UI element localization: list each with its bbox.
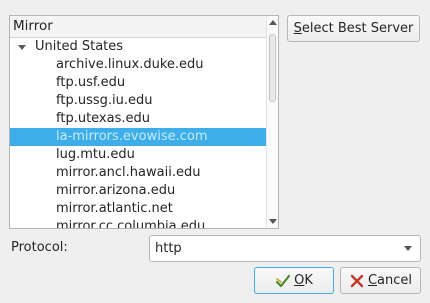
select-best-server-button[interactable]: Select Best Server (287, 15, 420, 42)
list-item-label: la-mirrors.evowise.com (56, 129, 208, 144)
list-item-label: ftp.ussg.iu.edu (56, 93, 153, 108)
list-item-label: mirror.arizona.edu (56, 183, 176, 198)
list-item[interactable]: mirror.ancl.hawaii.edu (10, 164, 267, 182)
list-item-label: archive.linux.duke.edu (56, 57, 204, 72)
scroll-down-arrow-icon[interactable] (269, 219, 277, 224)
protocol-label: Protocol: (11, 240, 68, 255)
list-item[interactable]: ftp.ussg.iu.edu (10, 92, 267, 110)
list-item[interactable]: mirror.atlantic.net (10, 200, 267, 218)
list-item[interactable]: ftp.usf.edu (10, 74, 267, 92)
protocol-value: http (155, 241, 182, 256)
button-label: K (304, 273, 313, 288)
ok-button[interactable]: OK (254, 267, 334, 294)
cancel-x-icon (350, 274, 364, 287)
cancel-button[interactable]: Cancel (340, 267, 421, 294)
scrollbar-thumb[interactable] (269, 34, 276, 102)
mirror-column-header[interactable]: Mirror (10, 16, 267, 38)
list-item[interactable]: lug.mtu.edu (10, 146, 267, 164)
mnemonic-letter: S (293, 21, 302, 36)
chevron-down-icon (404, 246, 412, 251)
list-item-selected[interactable]: la-mirrors.evowise.com (10, 128, 267, 146)
mnemonic-letter: C (367, 273, 378, 288)
list-item-label: mirror.ancl.hawaii.edu (56, 165, 201, 180)
list-item-label: ftp.utexas.edu (56, 111, 150, 126)
tree-group-united-states[interactable]: United States (10, 38, 267, 56)
list-item-label: mirror.cc.columbia.edu (56, 219, 206, 228)
group-label: United States (35, 39, 124, 54)
mirror-tree[interactable]: United States archive.linux.duke.edu ftp… (10, 38, 267, 228)
mirror-column-header-label: Mirror (13, 18, 53, 34)
list-item[interactable]: mirror.arizona.edu (10, 182, 267, 200)
protocol-select[interactable]: http (149, 235, 421, 262)
mnemonic-letter: O (294, 273, 305, 288)
list-item[interactable]: archive.linux.duke.edu (10, 56, 267, 74)
vertical-scrollbar[interactable] (266, 16, 278, 228)
ok-check-icon (276, 274, 291, 287)
chevron-down-icon[interactable] (18, 45, 26, 50)
list-item[interactable]: ftp.utexas.edu (10, 110, 267, 128)
mirror-list[interactable]: Mirror United States archive.linux.duke.… (9, 15, 279, 229)
list-item[interactable]: mirror.cc.columbia.edu (10, 218, 267, 228)
button-label: ancel (377, 273, 413, 288)
scroll-up-arrow-icon[interactable] (269, 20, 277, 25)
button-label: elect Best Server (301, 21, 414, 36)
list-item-label: ftp.usf.edu (56, 75, 126, 90)
list-item-label: lug.mtu.edu (56, 147, 135, 162)
list-item-label: mirror.atlantic.net (56, 201, 173, 216)
